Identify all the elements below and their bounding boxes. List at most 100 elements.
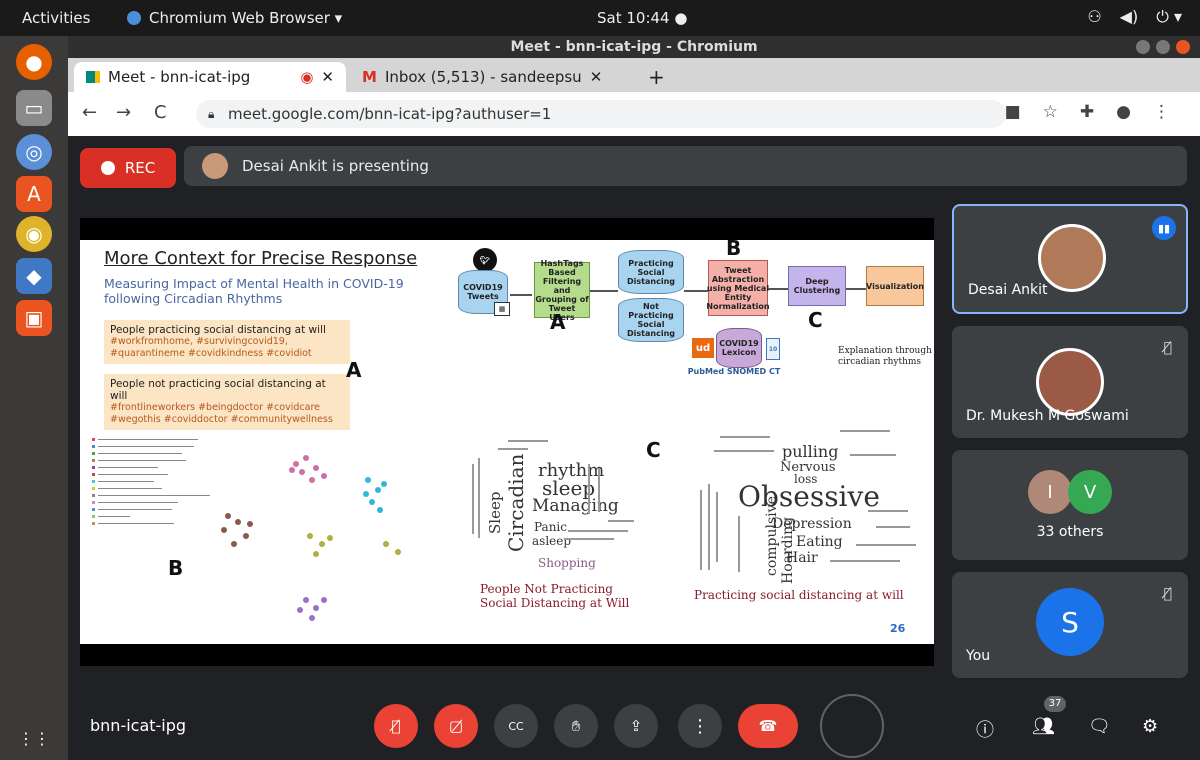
clock[interactable]: Sat 10:44 ● [597, 9, 687, 27]
participant-avatar [1038, 224, 1106, 292]
tab-meet[interactable]: Meet - bnn-icat-ipg ◉ ✕ [74, 62, 346, 92]
url-text: meet.google.com/bnn-icat-ipg?authuser=1 [228, 105, 552, 123]
slide-title: More Context for Precise Response [104, 248, 418, 269]
system-tray[interactable]: ⚇ ◀) ⏻ ▾ [1087, 7, 1182, 27]
participant-avatar [1036, 348, 1104, 416]
participant-tile-desai[interactable]: ▮▮ Desai Ankit [952, 204, 1188, 314]
folder-icon[interactable]: ▣ [16, 300, 52, 336]
box-heading: People not practicing social distancing … [110, 378, 326, 402]
activities-icon[interactable]: ⚙︎ [1142, 716, 1158, 737]
volume-icon: ◀) [1119, 7, 1139, 26]
back-icon[interactable]: ← [82, 102, 97, 123]
people-icon[interactable]: 👥︎ [1032, 716, 1055, 737]
close-tab-icon[interactable]: ✕ [590, 68, 603, 86]
box-hashtags: #workfromhome, #survivingcovid19, #quara… [110, 336, 312, 359]
muted-mic-icon: 🎙̸ [1163, 586, 1172, 602]
firefox-icon[interactable]: ● [16, 44, 52, 80]
section-letter: A [550, 310, 566, 334]
recording-indicator[interactable]: REC [80, 148, 176, 188]
cloud-small-words [472, 440, 634, 540]
tab-label: Meet - bnn-icat-ipg [108, 68, 251, 86]
chat-icon[interactable]: 🗨︎ [1088, 716, 1111, 737]
muted-mic-icon: 🎙̸ [1163, 340, 1172, 356]
raise-hand-button[interactable]: ✋︎ [554, 704, 598, 748]
files-icon[interactable]: ▭ [16, 90, 52, 126]
close-tab-icon[interactable]: ✕ [321, 68, 334, 86]
tab-strip: Meet - bnn-icat-ipg ◉ ✕ M Inbox (5,513) … [68, 58, 1200, 92]
cluster-brown [221, 513, 253, 547]
mic-toggle-button[interactable]: 🎙̸ [374, 704, 418, 748]
slide-page-number: 26 [890, 622, 906, 635]
wordcloud-practicing: pulling Nervous loss Obsessive Depressio… [680, 420, 930, 584]
flow-not-practicing-db: Not Practicing Social Distancing [618, 298, 684, 342]
app-menu[interactable]: Chromium Web Browser ▾ [127, 9, 342, 27]
virtualbox-icon[interactable]: ◆ [16, 258, 52, 294]
cloud-small-words [700, 430, 916, 572]
close-window-icon[interactable] [1176, 40, 1190, 54]
camera-toggle-button[interactable]: ▢̸ [434, 704, 478, 748]
presenter-avatar [202, 153, 228, 179]
flow-tweet-abstraction: Tweet Abstraction using Medical Entity N… [706, 260, 770, 316]
toolbar: ← → C 🔒︎ meet.google.com/bnn-icat-ipg?au… [68, 92, 1200, 136]
meeting-code: bnn-icat-ipg [90, 716, 187, 735]
participant-tile-you[interactable]: S 🎙̸ You [952, 572, 1188, 678]
flow-arrow [510, 294, 532, 296]
activities-button[interactable]: Activities [22, 9, 90, 27]
new-tab-button[interactable]: + [636, 62, 677, 92]
practicing-hashtags-box: People practicing social distancing at w… [104, 320, 350, 364]
system-topbar: Activities Chromium Web Browser ▾ Sat 10… [0, 0, 1200, 36]
lock-icon: 🔒︎ [208, 107, 215, 121]
show-apps-icon[interactable]: ⋮⋮ [16, 720, 52, 756]
rec-dot-icon [100, 161, 115, 175]
maximize-icon[interactable] [1156, 40, 1170, 54]
meeting-info-icon[interactable]: ⓘ [976, 716, 994, 742]
camera-icon[interactable]: ■ [1005, 102, 1021, 122]
caption-practicing: Practicing social distancing at will [694, 588, 904, 602]
toolbar-icons: ■ ☆ ✚ ● ⋮ [1005, 102, 1170, 122]
reload-icon[interactable]: C [154, 102, 167, 123]
extensions-icon[interactable]: ✚ [1080, 102, 1094, 122]
leave-call-button[interactable]: ☎︎ [738, 704, 798, 748]
participant-initial-avatar: V [1068, 470, 1112, 514]
flow-deep-clustering: Deep Clustering [788, 266, 846, 306]
app-menu-label: Chromium Web Browser ▾ [149, 9, 343, 27]
chrome-icon[interactable]: ◉ [16, 216, 52, 252]
reaction-ring [820, 694, 884, 758]
cluster-cyan [363, 477, 387, 513]
software-icon[interactable]: A [16, 176, 52, 212]
minimize-icon[interactable] [1136, 40, 1150, 54]
flow-arrow [590, 290, 618, 292]
flow-practicing-db: Practicing Social Distancing [618, 250, 684, 294]
chromium-icon [127, 11, 141, 25]
window-title: Meet - bnn-icat-ipg - Chromium [510, 39, 758, 55]
flow-visualization: Visualization [866, 266, 924, 306]
section-letter: B [168, 556, 184, 580]
pubmed-snomed-logos: PubMed SNOMED CT [687, 366, 781, 376]
present-button[interactable]: ⇪ [614, 704, 658, 748]
presenting-text: Desai Ankit is presenting [242, 157, 429, 175]
captions-button[interactable]: CC [494, 704, 538, 748]
forward-icon[interactable]: → [116, 102, 131, 123]
participant-name: You [966, 648, 991, 664]
participant-name: Desai Ankit [968, 282, 1048, 298]
others-count-label: 33 others [1036, 524, 1104, 540]
bookmark-star-icon[interactable]: ☆ [1043, 102, 1058, 122]
menu-icon[interactable]: ⋮ [1153, 102, 1170, 122]
participant-name: Dr. Mukesh M Goswami [966, 408, 1129, 424]
meet-view: REC Desai Ankit is presenting More Conte… [68, 136, 1200, 760]
caption-not-practicing: People Not Practicing Social Distancing … [480, 582, 630, 610]
participant-tile-mukesh[interactable]: 🎙̸ Dr. Mukesh M Goswami [952, 326, 1188, 438]
power-icon: ⏻ ▾ [1156, 7, 1182, 26]
profile-icon[interactable]: ● [1116, 102, 1131, 122]
address-bar[interactable]: 🔒︎ meet.google.com/bnn-icat-ipg?authuser… [196, 100, 1006, 128]
more-options-button[interactable]: ⋮ [678, 704, 722, 748]
participant-count-badge: 37 [1044, 696, 1066, 712]
calendar-icon: ▦ [494, 302, 510, 316]
tab-inbox[interactable]: M Inbox (5,513) - sandeepsu ✕ [350, 62, 630, 92]
section-letter: B [726, 240, 742, 260]
flow-arrow [684, 290, 708, 292]
wordcloud-not-practicing: rhythm sleep Managing Panic asleep Shopp… [468, 434, 638, 574]
chromium-dock-icon[interactable]: ◎ [16, 134, 52, 170]
tab-label: Inbox (5,513) - sandeepsu [384, 68, 582, 86]
participant-tile-others[interactable]: I V 33 others [952, 450, 1188, 560]
